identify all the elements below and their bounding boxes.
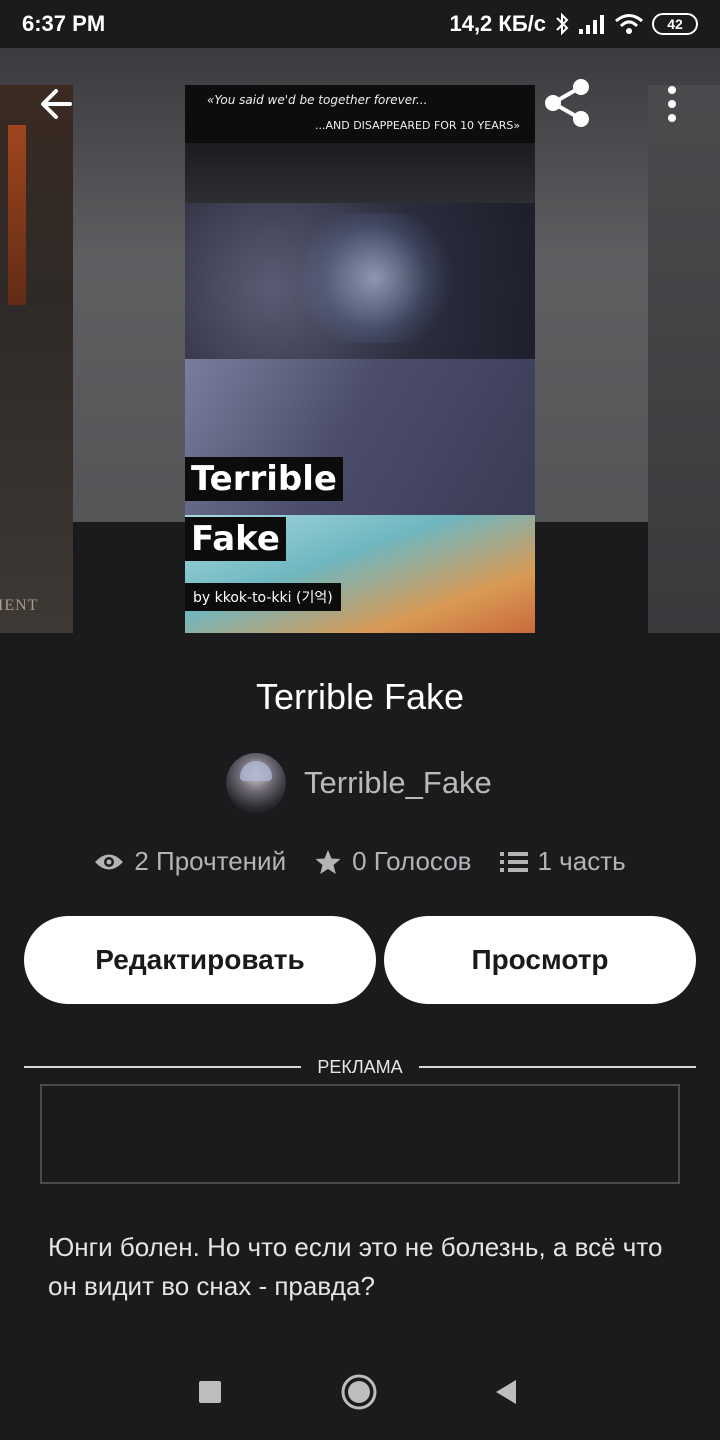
ad-label: РЕКЛАМА (317, 1056, 403, 1077)
network-speed: 14,2 КБ/с (449, 11, 546, 36)
edit-button[interactable]: Редактировать (24, 916, 376, 1004)
next-story-cover[interactable] (648, 85, 720, 633)
bluetooth-icon (554, 12, 570, 36)
more-vertical-icon (668, 86, 676, 122)
share-icon (545, 79, 589, 127)
status-time: 6:37 PM (22, 11, 106, 36)
cover-byline: by kkok-to-kki (기억) (185, 583, 341, 611)
square-icon (199, 1381, 221, 1403)
triangle-back-icon (496, 1380, 516, 1404)
cover-title-word-1: Terrible (185, 457, 343, 501)
signal-icon (578, 13, 606, 35)
votes-count: 0 Голосов (352, 846, 472, 876)
stat-reads: 2 Прочтений (94, 846, 286, 877)
back-button[interactable] (26, 74, 86, 134)
parts-count: 1 часть (537, 846, 626, 876)
system-back-button[interactable] (476, 1362, 536, 1422)
home-button[interactable] (329, 1362, 389, 1422)
author-name[interactable]: Terrible_Fake (304, 765, 492, 801)
status-bar: 6:37 PM 14,2 КБ/с 42 (0, 0, 720, 48)
story-title: Terrible Fake (255, 676, 465, 717)
more-options-button[interactable] (642, 74, 702, 134)
battery-icon: 42 (652, 13, 698, 35)
view-button[interactable]: Просмотр (384, 916, 696, 1004)
cover-band (185, 143, 535, 203)
stat-parts: 1 часть (499, 846, 626, 877)
story-description: Юнги болен. Но что если это не болезнь, … (48, 1232, 663, 1301)
cover-title-word-2: Fake (185, 517, 286, 561)
star-icon (315, 849, 341, 874)
share-button[interactable] (537, 73, 597, 133)
eye-icon (95, 854, 124, 869)
divider-line (418, 1066, 697, 1068)
story-stats: 2 Прочтений 0 Голосов 1 часть (0, 846, 720, 877)
previous-story-cover[interactable]: IENT (0, 85, 73, 633)
cover-decoration (8, 125, 26, 305)
recent-apps-button[interactable] (180, 1362, 240, 1422)
cover-band (185, 203, 535, 359)
wifi-icon (614, 13, 644, 35)
cover-bokeh (295, 213, 455, 343)
circle-home-icon (341, 1374, 377, 1410)
author-row[interactable]: Terrible_Fake (226, 752, 492, 814)
cover-quote-line-1: «You said we'd be together forever... (207, 93, 428, 107)
divider-line (24, 1066, 302, 1068)
list-icon (499, 851, 528, 872)
arrow-left-icon (41, 89, 72, 119)
cover-quote-line-2: ...AND DISAPPEARED FOR 10 YEARS» (315, 119, 521, 132)
ad-slot[interactable] (40, 1084, 680, 1184)
ad-divider: РЕКЛАМА (24, 1056, 697, 1078)
story-cover[interactable]: «You said we'd be together forever... ..… (185, 85, 535, 633)
side-cover-text: IENT (0, 597, 39, 614)
stat-votes: 0 Голосов (314, 846, 472, 877)
status-right: 14,2 КБ/с 42 (449, 11, 698, 37)
system-navbar (0, 1352, 720, 1440)
avatar[interactable] (226, 753, 286, 813)
reads-count: 2 Прочтений (134, 846, 287, 876)
